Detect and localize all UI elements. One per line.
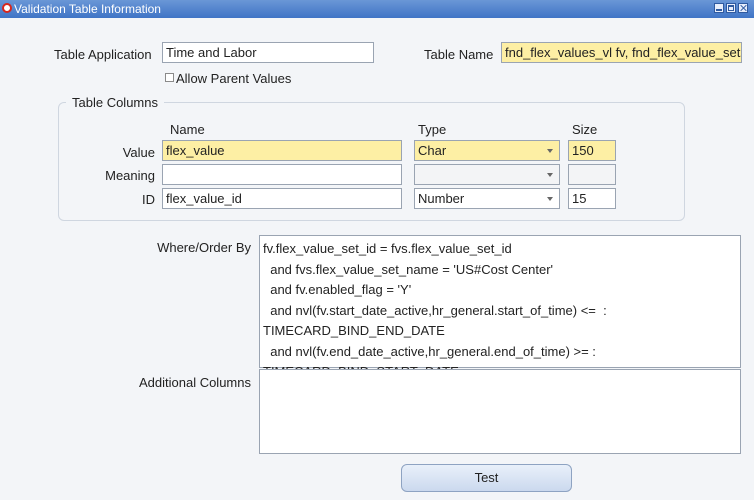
where-line: TIMECARD_BIND_END_DATE <box>263 323 445 338</box>
oracle-logo-icon <box>2 3 12 13</box>
header-type: Type <box>418 122 447 137</box>
meaning-type-select[interactable] <box>414 164 560 185</box>
where-line: and nvl(fv.end_date_active,hr_general.en… <box>263 343 596 359</box>
title-bar: Validation Table Information <box>0 0 754 18</box>
close-icon[interactable] <box>738 3 748 13</box>
additional-columns-textarea[interactable] <box>259 369 741 454</box>
maximize-icon[interactable] <box>726 3 736 13</box>
value-name-input[interactable]: flex_value <box>162 140 402 161</box>
minimize-icon[interactable] <box>714 3 724 13</box>
additional-columns-label: Additional Columns <box>138 375 251 390</box>
chevron-down-icon <box>541 141 559 160</box>
meaning-name-input[interactable] <box>162 164 402 185</box>
meaning-size-input[interactable] <box>568 164 616 185</box>
id-name-input[interactable]: flex_value_id <box>162 188 402 209</box>
chevron-down-icon <box>541 165 559 184</box>
where-order-by-textarea[interactable]: fv.flex_value_set_id = fvs.flex_value_se… <box>259 235 741 379</box>
table-name-input[interactable]: fnd_flex_values_vl fv, fnd_flex_value_se… <box>501 42 742 63</box>
value-type-select[interactable]: Char <box>414 140 560 161</box>
chevron-down-icon <box>541 189 559 208</box>
table-columns-legend: Table Columns <box>66 95 164 110</box>
value-size-input[interactable]: 150 <box>568 140 616 161</box>
table-name-label: Table Name <box>424 47 494 62</box>
row-meaning-label: Meaning <box>105 168 155 183</box>
where-order-by-label: Where/Order By <box>157 240 251 255</box>
table-application-label: Table Application <box>54 47 152 62</box>
where-line: and fvs.flex_value_set_name = 'US#Cost C… <box>263 261 554 277</box>
allow-parent-label: Allow Parent Values <box>176 71 292 86</box>
id-type-text: Number <box>418 191 465 206</box>
where-line: fv.flex_value_set_id = fvs.flex_value_se… <box>263 241 512 256</box>
header-size: Size <box>572 122 598 137</box>
id-type-select[interactable]: Number <box>414 188 560 209</box>
id-size-input[interactable]: 15 <box>568 188 616 209</box>
where-line: and fv.enabled_flag = 'Y' <box>263 282 412 297</box>
test-button[interactable]: Test <box>401 464 572 492</box>
allow-parent-checkbox[interactable] <box>165 73 174 82</box>
row-value-label: Value <box>122 145 155 160</box>
table-application-input[interactable]: Time and Labor <box>162 42 374 63</box>
header-name: Name <box>170 122 205 137</box>
row-id-label: ID <box>142 192 155 207</box>
value-type-text: Char <box>418 143 447 158</box>
where-line: and nvl(fv.start_date_active,hr_general.… <box>263 302 607 318</box>
window-title: Validation Table Information <box>14 2 161 16</box>
